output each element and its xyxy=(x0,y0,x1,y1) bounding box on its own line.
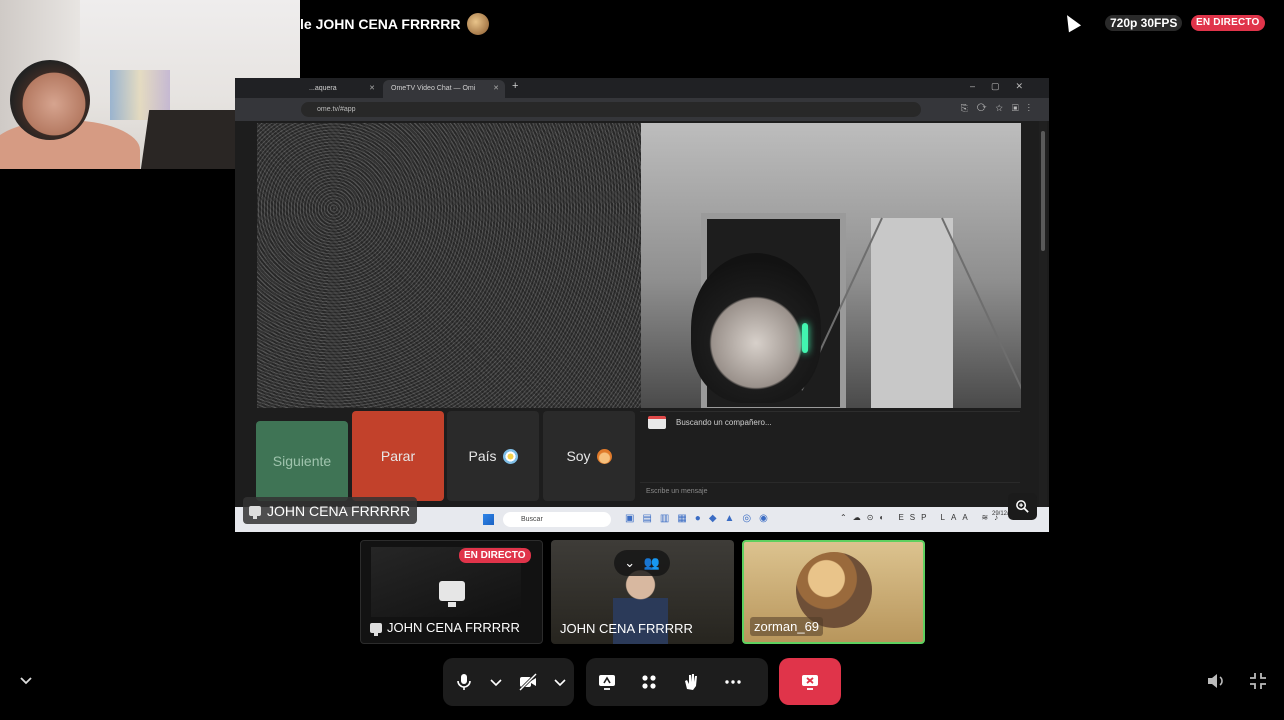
browser-url-bar: ome.tv/#app ⎘⟳☆▣⋮ xyxy=(235,98,1049,121)
gender-button[interactable]: Soy xyxy=(543,411,635,501)
participant-name: JOHN CENA FRRRRR xyxy=(560,621,693,636)
participant-tile[interactable]: EN DIRECTO JOHN CENA FRRRRR xyxy=(360,540,543,644)
media-controls xyxy=(443,658,574,706)
next-label: Siguiente xyxy=(272,453,332,469)
taskbar-apps[interactable]: ▣▤▥▦●◆▲◎◉ xyxy=(625,513,776,524)
quality-badge: 720p 30FPS xyxy=(1105,15,1183,31)
gender-label: Soy xyxy=(566,448,591,464)
title-emoji-icon xyxy=(466,13,489,35)
stop-button[interactable]: Parar xyxy=(352,411,444,501)
shelf xyxy=(871,218,953,408)
more-button[interactable] xyxy=(716,665,750,699)
microphone-options[interactable] xyxy=(485,665,507,699)
monitor-icon xyxy=(370,622,382,636)
tab-label: ...aquera xyxy=(309,85,337,92)
browser-toolbar-icons[interactable]: ⎘⟳☆▣⋮ xyxy=(961,103,1039,114)
chat-input[interactable]: Escribe un mensaje xyxy=(640,482,1020,500)
country-label: País xyxy=(468,448,497,464)
chevron-down-icon[interactable]: ⌄ xyxy=(624,555,635,571)
window-controls[interactable]: –▢✕ xyxy=(970,81,1039,92)
video-static-placeholder xyxy=(257,123,641,408)
exit-fullscreen-icon[interactable] xyxy=(1247,670,1269,692)
participant-name-text: JOHN CENA FRRRRR xyxy=(387,620,520,635)
browser-tab-bar: ...aquera ✕ OmeTV Video Chat — Omi ✕ + –… xyxy=(235,78,1049,98)
chevron-down-icon xyxy=(490,679,502,687)
apps-icon xyxy=(642,675,656,689)
presenter-name: JOHN CENA FRRRRR xyxy=(267,502,411,519)
screen-share-button[interactable] xyxy=(590,665,624,699)
people-icon[interactable]: 👥 xyxy=(644,555,660,571)
camera-button[interactable] xyxy=(511,665,545,699)
participant-tile[interactable]: ⌄ 👥 JOHN CENA FRRRRR xyxy=(551,540,734,644)
more-icon xyxy=(725,680,741,684)
stream-title: le JOHN CENA FRRRRR xyxy=(300,13,489,35)
tab-close-icon[interactable]: ✕ xyxy=(493,80,499,98)
volume-icon[interactable] xyxy=(1205,670,1227,692)
screen-share-icon xyxy=(439,581,465,607)
camera-options[interactable] xyxy=(549,665,571,699)
zoom-button[interactable] xyxy=(1008,493,1037,520)
activity-controls xyxy=(586,658,768,706)
person-head xyxy=(10,60,90,140)
microphone-button[interactable] xyxy=(447,665,481,699)
participant-name: zorman_69 xyxy=(750,617,824,636)
tab-label: OmeTV Video Chat — Omi xyxy=(391,85,476,92)
face-emoji-icon xyxy=(596,448,612,464)
argentina-flag-icon xyxy=(502,448,518,464)
zoom-in-icon xyxy=(1016,500,1029,513)
tile-controls[interactable]: ⌄ 👥 xyxy=(614,550,670,576)
chevron-down-icon xyxy=(554,679,566,687)
shared-screen[interactable]: ...aquera ✕ OmeTV Video Chat — Omi ✕ + –… xyxy=(235,78,1049,532)
chat-panel: Buscando un compañero... Escribe un mens… xyxy=(640,411,1020,507)
share-presenter-label: JOHN CENA FRRRRR xyxy=(243,497,418,524)
page-scrollbar[interactable] xyxy=(1039,121,1047,507)
activities-button[interactable] xyxy=(632,665,666,699)
leave-call-button[interactable] xyxy=(779,658,841,705)
windows-start-icon[interactable] xyxy=(483,514,494,525)
participant-name: JOHN CENA FRRRRR xyxy=(370,620,520,636)
camera-off-icon xyxy=(518,672,538,692)
participant-name-text: zorman_69 xyxy=(754,619,820,634)
leave-icon xyxy=(802,674,818,690)
browser-tab[interactable]: ...aquera ✕ xyxy=(301,80,381,98)
monitor-icon xyxy=(249,505,261,519)
new-tab-icon[interactable]: + xyxy=(512,80,518,92)
headset-light xyxy=(802,323,808,353)
tray-language: ESP LAA xyxy=(898,513,974,522)
tv-icon xyxy=(648,416,666,429)
hand-icon xyxy=(685,674,697,690)
screen-share-icon xyxy=(599,675,615,690)
participant-tile-speaking[interactable]: zorman_69 xyxy=(742,540,925,644)
scrollbar-thumb[interactable] xyxy=(1041,131,1045,251)
url-field[interactable]: ome.tv/#app xyxy=(301,102,921,117)
chat-status: Buscando un compañero... xyxy=(676,418,772,427)
live-badge: EN DIRECTO xyxy=(459,548,531,563)
live-badge: EN DIRECTO xyxy=(1191,15,1265,31)
chevron-down-icon[interactable] xyxy=(18,673,34,689)
taskbar-search[interactable]: Buscar xyxy=(503,512,611,527)
mouse-cursor-icon xyxy=(1060,11,1082,33)
next-button[interactable]: Siguiente xyxy=(256,421,348,501)
system-tray[interactable]: ⌃☁⊙◐ ESP LAA ≋♪ xyxy=(840,513,1004,522)
microphone-icon xyxy=(457,674,471,690)
reactions-button[interactable] xyxy=(674,665,708,699)
partner-video xyxy=(641,123,1021,408)
participant-name-text: JOHN CENA FRRRRR xyxy=(560,621,693,636)
tab-close-icon[interactable]: ✕ xyxy=(369,80,375,98)
browser-tab-active[interactable]: OmeTV Video Chat — Omi ✕ xyxy=(383,80,505,98)
stream-title-text: le JOHN CENA FRRRRR xyxy=(300,16,461,32)
country-button[interactable]: País xyxy=(447,411,539,501)
stop-label: Parar xyxy=(380,448,416,464)
ometv-page: Siguiente Parar País Soy Buscando un com… xyxy=(235,121,1049,507)
